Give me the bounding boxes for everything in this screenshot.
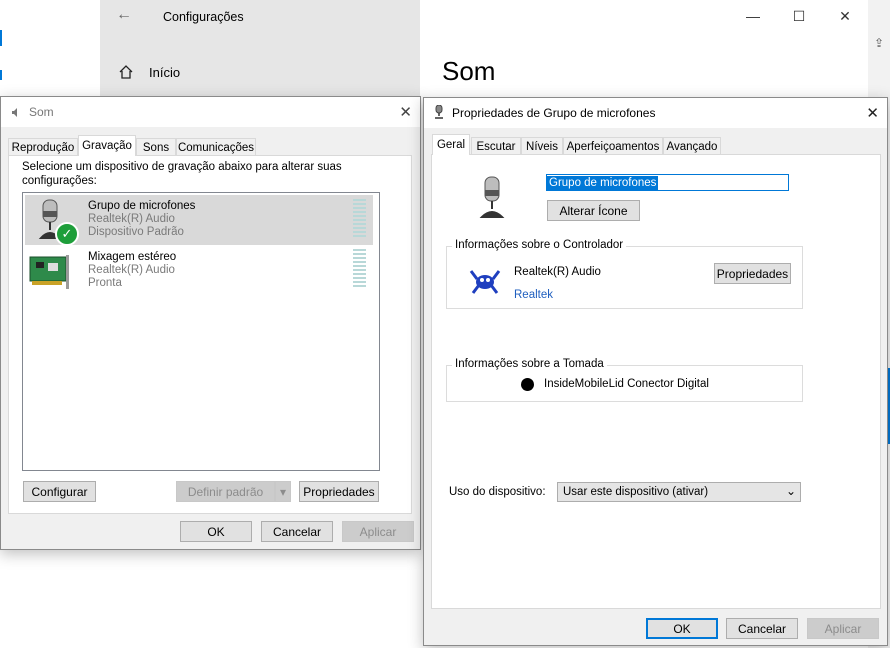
controller-name: Realtek(R) Audio xyxy=(514,266,601,278)
controller-group-label: Informações sobre o Controlador xyxy=(452,239,627,251)
tab-enhancements[interactable]: Aperfeiçoamentos xyxy=(563,137,663,155)
close-icon[interactable]: ✕ xyxy=(866,104,879,122)
close-button[interactable]: ✕ xyxy=(822,0,868,32)
usage-select[interactable]: Usar este dispositivo (ativar) ⌄ xyxy=(557,482,801,502)
device-name: Grupo de microfones xyxy=(88,200,196,212)
tab-recording[interactable]: Gravação xyxy=(78,135,136,156)
tab-advanced[interactable]: Avançado xyxy=(663,137,721,155)
jack-group-label: Informações sobre a Tomada xyxy=(452,358,607,370)
ok-button[interactable]: OK xyxy=(180,521,252,542)
sound-card-icon xyxy=(28,253,72,294)
controller-group: Informações sobre o Controlador Realtek(… xyxy=(446,239,803,309)
recording-panel: Selecione um dispositivo de gravação aba… xyxy=(8,155,412,514)
device-driver: Realtek(R) Audio xyxy=(88,213,175,225)
tab-playback[interactable]: Reprodução xyxy=(8,138,78,156)
settings-nav-pane: ← Configurações Início xyxy=(100,0,420,100)
jack-color-icon xyxy=(521,378,534,391)
configure-button[interactable]: Configurar xyxy=(23,481,96,502)
device-driver: Realtek(R) Audio xyxy=(88,264,175,276)
level-meter xyxy=(353,199,366,239)
jack-group: Informações sobre a Tomada InsideMobileL… xyxy=(446,358,803,402)
general-panel: Grupo de microfones Alterar Ícone Inform… xyxy=(431,154,881,609)
properties-button[interactable]: Propriedades xyxy=(299,481,379,502)
background-left xyxy=(0,0,100,100)
accent-mark xyxy=(0,70,2,80)
usage-select-value: Usar este dispositivo (ativar) xyxy=(563,486,709,498)
page-title: Som xyxy=(442,56,496,86)
device-name-input[interactable]: Grupo de microfones xyxy=(546,174,789,191)
change-icon-button[interactable]: Alterar Ícone xyxy=(547,200,640,221)
sound-titlebar: Som ✕ xyxy=(1,97,420,127)
instruction-text: Selecione um dispositivo de gravação aba… xyxy=(22,161,342,187)
apply-button[interactable]: Aplicar xyxy=(342,521,414,542)
realtek-crab-icon xyxy=(467,267,503,300)
back-arrow-icon[interactable]: ← xyxy=(116,6,132,24)
cancel-button[interactable]: Cancelar xyxy=(726,618,798,639)
sound-dialog: Som ✕ Reprodução Gravação Sons Comunicaç… xyxy=(0,96,421,550)
tab-sounds[interactable]: Sons xyxy=(136,138,176,156)
device-list[interactable]: ✓ Grupo de microfones Realtek(R) Audio D… xyxy=(22,192,380,471)
default-check-icon: ✓ xyxy=(55,222,79,246)
apply-button[interactable]: Aplicar xyxy=(807,618,879,639)
device-status: Pronta xyxy=(88,277,122,289)
share-icon: ⇪ xyxy=(874,36,885,50)
properties-titlebar: Propriedades de Grupo de microfones ✕ xyxy=(424,98,887,128)
settings-title: Configurações xyxy=(163,10,244,24)
maximize-button[interactable]: ☐ xyxy=(776,0,822,32)
cancel-button[interactable]: Cancelar xyxy=(261,521,333,542)
home-link[interactable]: Início xyxy=(149,65,180,80)
properties-dialog-title: Propriedades de Grupo de microfones xyxy=(452,106,656,120)
tab-levels[interactable]: Níveis xyxy=(521,137,563,155)
level-meter xyxy=(353,249,366,289)
speaker-icon xyxy=(11,107,22,118)
set-default-button[interactable]: Definir padrão xyxy=(176,481,275,502)
microphone-icon xyxy=(434,104,444,122)
microphone-device-icon xyxy=(478,175,508,224)
jack-name: InsideMobileLid Conector Digital xyxy=(544,378,709,390)
list-item-selected[interactable]: ✓ Grupo de microfones Realtek(R) Audio D… xyxy=(25,195,373,246)
controller-vendor-link[interactable]: Realtek xyxy=(514,289,553,301)
tab-listen[interactable]: Escutar xyxy=(471,137,521,155)
tab-general[interactable]: Geral xyxy=(432,134,470,155)
close-icon[interactable]: ✕ xyxy=(399,103,412,121)
tab-communications[interactable]: Comunicações xyxy=(176,138,256,156)
properties-dialog: Propriedades de Grupo de microfones ✕ Ge… xyxy=(423,97,888,646)
device-name: Mixagem estéreo xyxy=(88,251,177,263)
ok-button[interactable]: OK xyxy=(646,618,718,639)
usage-label: Uso do dispositivo: xyxy=(449,486,546,498)
accent-mark xyxy=(0,30,2,46)
chevron-down-icon: ⌄ xyxy=(785,484,796,498)
controller-properties-button[interactable]: Propriedades xyxy=(714,263,791,284)
settings-content: Som — ☐ ✕ xyxy=(420,0,869,100)
sound-dialog-title: Som xyxy=(29,105,54,119)
minimize-button[interactable]: — xyxy=(730,0,776,32)
home-icon xyxy=(118,64,134,83)
device-name-value: Grupo de microfones xyxy=(547,176,659,191)
device-status: Dispositivo Padrão xyxy=(88,226,184,238)
chevron-down-icon[interactable]: ▾ xyxy=(275,481,291,502)
list-item[interactable]: Mixagem estéreo Realtek(R) Audio Pronta xyxy=(25,249,373,299)
